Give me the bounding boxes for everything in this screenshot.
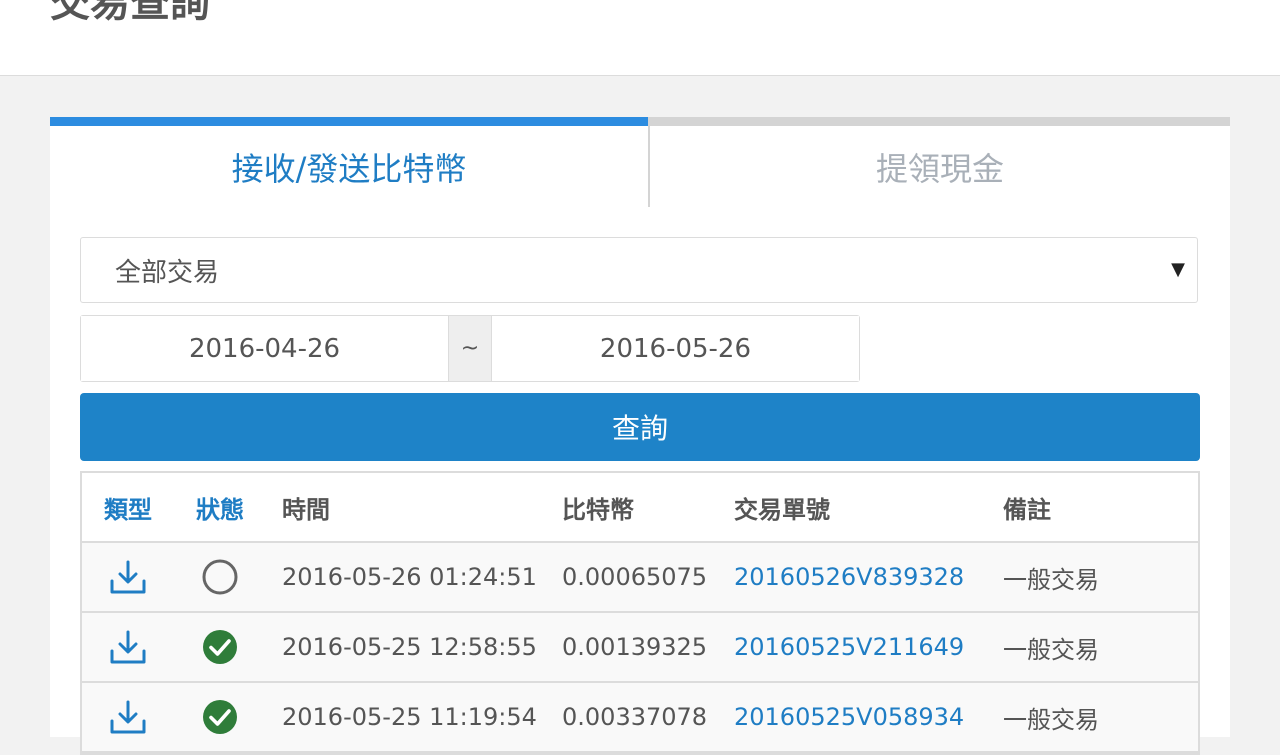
row-bitcoin-amount: 0.00337078 — [562, 703, 708, 731]
table-row: 2016-05-25 12:58:55 0.00139325 20160525V… — [82, 613, 1198, 683]
column-status-header[interactable]: 狀態 — [174, 473, 266, 541]
date-from-input[interactable] — [81, 316, 449, 381]
check-circle-icon — [174, 613, 266, 681]
column-type-header[interactable]: 類型 — [82, 473, 174, 541]
table-row: 2016-05-25 11:19:54 0.00337078 20160525V… — [82, 683, 1198, 753]
pending-circle-icon — [174, 543, 266, 611]
transaction-type-select[interactable]: 全部交易 ▼ — [80, 237, 1198, 303]
date-separator: ~ — [448, 316, 492, 381]
column-note-header: 備註 — [1003, 495, 1051, 524]
row-time: 2016-05-25 11:19:54 — [282, 703, 537, 731]
table-header-row: 類型 狀態 時間 比特幣 交易單號 備註 — [82, 473, 1198, 543]
row-txid-link[interactable]: 20160525V211649 — [734, 613, 1004, 681]
top-bar: 交易查詢 — [0, 0, 1280, 76]
transaction-table: 類型 狀態 時間 比特幣 交易單號 備註 2016-05-26 01:24:51… — [80, 471, 1200, 755]
row-time: 2016-05-25 12:58:55 — [282, 633, 537, 661]
column-bitcoin-header: 比特幣 — [562, 495, 634, 524]
row-bitcoin-amount: 0.00139325 — [562, 633, 708, 661]
row-note: 一般交易 — [1003, 705, 1099, 734]
download-icon — [82, 613, 174, 681]
date-range: ~ — [80, 315, 860, 382]
column-time-header: 時間 — [282, 495, 330, 524]
row-bitcoin-amount: 0.00065075 — [562, 563, 708, 591]
tab-withdraw-cash[interactable]: 提領現金 — [648, 117, 1230, 207]
column-txid-header: 交易單號 — [734, 495, 830, 524]
caret-down-icon: ▼ — [1171, 259, 1185, 280]
row-note: 一般交易 — [1003, 565, 1099, 594]
page-title: 交易查詢 — [50, 0, 210, 26]
date-to-input[interactable] — [491, 316, 859, 381]
query-button[interactable]: 查詢 — [80, 393, 1200, 461]
table-row: 2016-05-26 01:24:51 0.00065075 20160526V… — [82, 543, 1198, 613]
transaction-panel: 接收/發送比特幣 提領現金 全部交易 ▼ ~ 查詢 類型 狀態 時間 比特幣 交… — [50, 117, 1230, 755]
download-icon — [82, 543, 174, 611]
tab-send-receive-bitcoin[interactable]: 接收/發送比特幣 — [50, 117, 648, 207]
check-circle-icon — [174, 683, 266, 751]
download-icon — [82, 683, 174, 751]
row-note: 一般交易 — [1003, 635, 1099, 664]
row-txid-link[interactable]: 20160526V839328 — [734, 543, 1004, 611]
transaction-type-selected: 全部交易 — [115, 257, 220, 288]
row-txid-link[interactable]: 20160525V058934 — [734, 683, 1004, 751]
row-time: 2016-05-26 01:24:51 — [282, 563, 537, 591]
